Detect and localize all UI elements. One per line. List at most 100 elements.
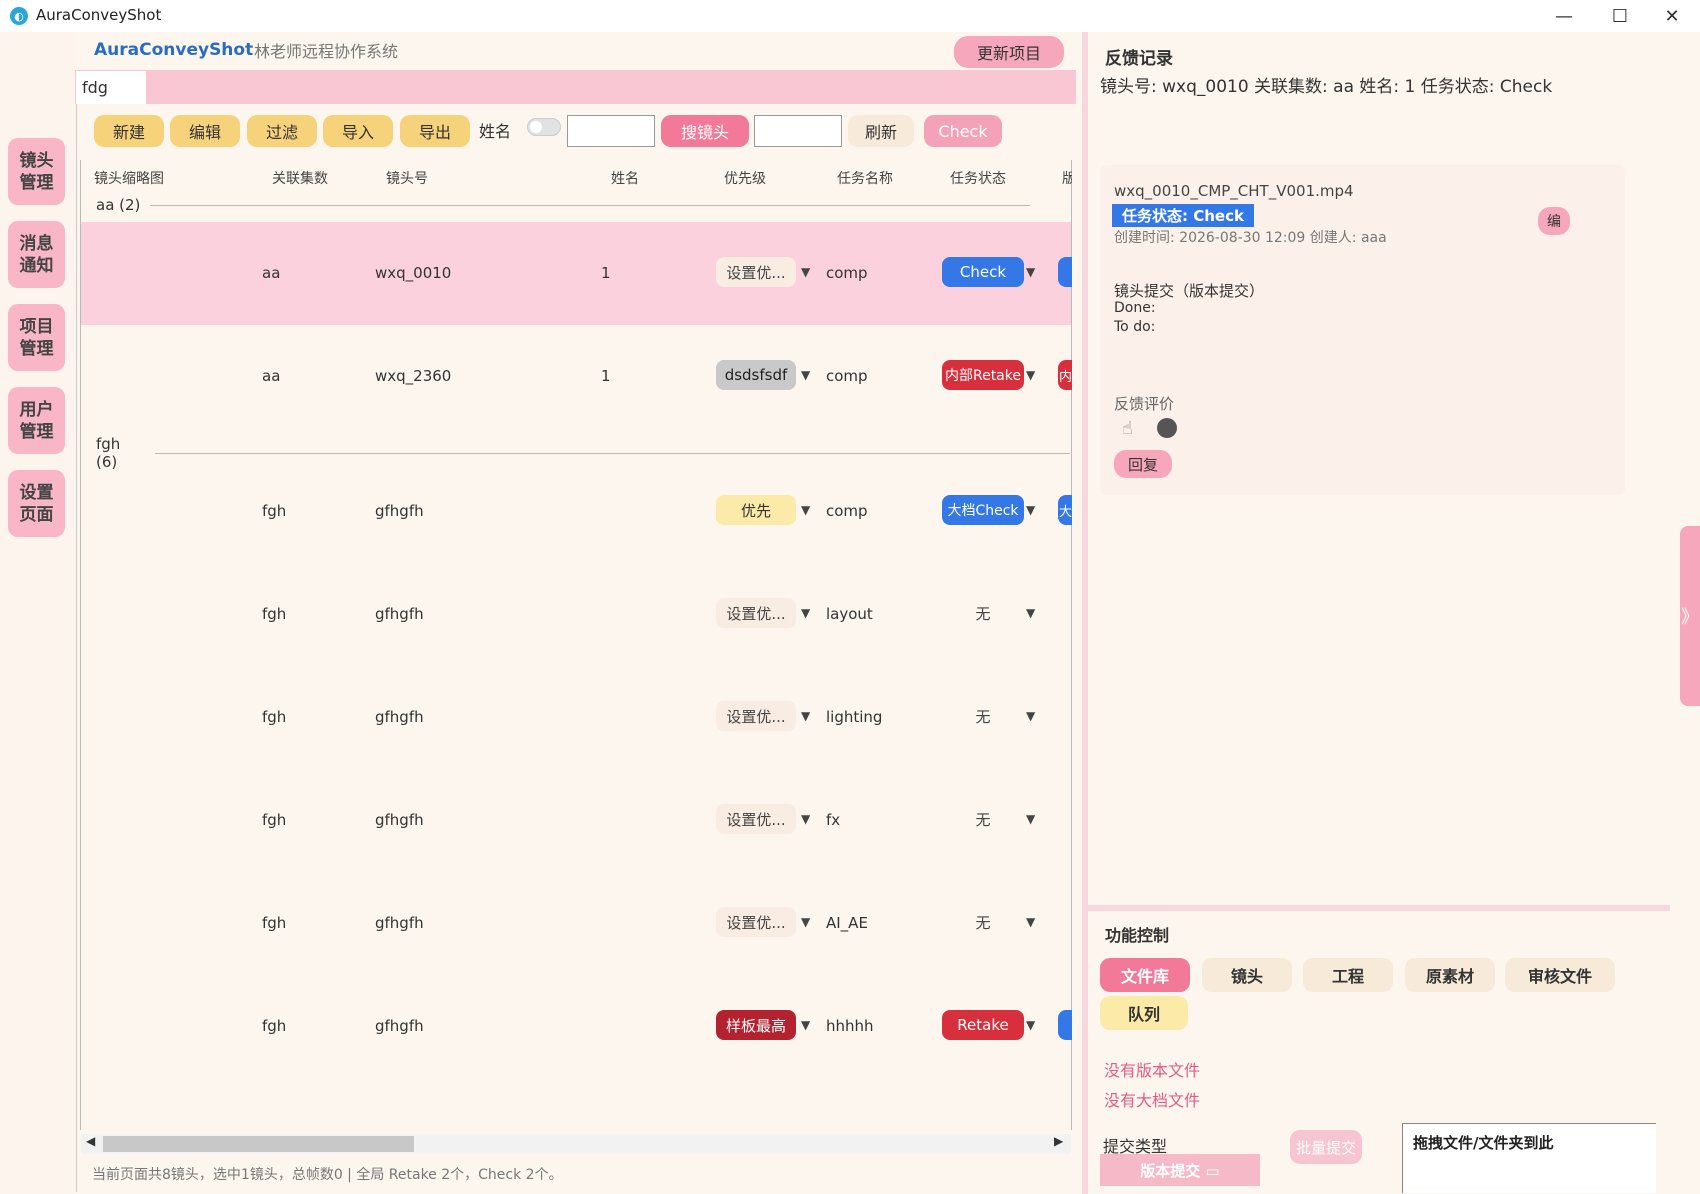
task-cell: comp: [826, 502, 868, 520]
sidebar: [0, 32, 75, 1194]
status-badge[interactable]: Retake: [942, 1010, 1024, 1040]
name-filter-toggle[interactable]: [527, 118, 561, 136]
window-title: AuraConveyShot: [36, 6, 162, 24]
episode-cell: fgh: [262, 708, 287, 726]
feedback-done: Done:: [1114, 300, 1156, 316]
status-badge[interactable]: 无: [942, 804, 1024, 834]
nav-user-management[interactable]: 用户 管理: [8, 387, 65, 454]
feedback-file-name[interactable]: wxq_0010_CMP_CHT_V001.mp4: [1114, 182, 1354, 200]
app-subtitle: 林老师远程协作系统: [254, 42, 399, 61]
update-project-button[interactable]: 更新项目: [954, 36, 1064, 68]
status-dropdown-icon[interactable]: ▼: [1026, 709, 1035, 723]
version-button-partial[interactable]: [1058, 257, 1072, 287]
status-dropdown-icon[interactable]: ▼: [1026, 606, 1035, 620]
scroll-right-icon[interactable]: ▶: [1054, 1134, 1063, 1148]
task-cell: lighting: [826, 708, 883, 726]
priority-dropdown-icon[interactable]: ▼: [801, 915, 810, 929]
column-header-thumbnail[interactable]: 镜头缩略图: [94, 168, 164, 188]
column-header-shot[interactable]: 镜头号: [386, 168, 428, 188]
priority-dropdown-icon[interactable]: ▼: [801, 709, 810, 723]
export-button[interactable]: 导出: [400, 115, 470, 147]
status-dropdown-icon[interactable]: ▼: [1026, 915, 1035, 929]
reply-button[interactable]: 回复: [1114, 450, 1172, 478]
shot-cell: gfhgfh: [375, 811, 424, 829]
tab-project-fdg[interactable]: fdg: [76, 71, 146, 105]
scrollbar-thumb[interactable]: [103, 1136, 414, 1152]
column-header-status[interactable]: 任务状态: [950, 168, 1006, 188]
status-dropdown-icon[interactable]: ▼: [1026, 368, 1035, 382]
priority-dropdown-icon[interactable]: ▼: [801, 503, 810, 517]
group-header-fgh[interactable]: fgh (6): [96, 435, 1070, 471]
check-button[interactable]: Check: [924, 115, 1002, 147]
no-archive-files-text: 没有大档文件: [1104, 1091, 1201, 1110]
tab-queue[interactable]: 队列: [1100, 996, 1188, 1030]
status-badge[interactable]: 无: [942, 907, 1024, 937]
priority-selector[interactable]: 设置优...: [716, 257, 796, 287]
group-header-aa[interactable]: aa (2): [96, 196, 1070, 214]
status-dropdown-icon[interactable]: ▼: [1026, 265, 1035, 279]
status-badge[interactable]: 无: [942, 701, 1024, 731]
column-header-episode[interactable]: 关联集数: [272, 168, 328, 188]
tab-review-files[interactable]: 审核文件: [1505, 958, 1615, 992]
filter-button[interactable]: 过滤: [247, 115, 317, 147]
priority-selector[interactable]: 设置优...: [716, 598, 796, 628]
episode-cell: fgh: [262, 811, 287, 829]
priority-dropdown-icon[interactable]: ▼: [801, 812, 810, 826]
status-dropdown-icon[interactable]: ▼: [1026, 1018, 1035, 1032]
thumbs-up-icon[interactable]: ☝: [1122, 418, 1133, 439]
column-header-name[interactable]: 姓名: [611, 168, 639, 188]
feedback-edit-button[interactable]: 编: [1538, 207, 1570, 235]
import-button[interactable]: 导入: [323, 115, 393, 147]
search-shot-button[interactable]: 搜镜头: [661, 115, 749, 147]
file-drop-zone[interactable]: 拖拽文件/文件夹到此: [1402, 1123, 1656, 1193]
tab-file-library[interactable]: 文件库: [1100, 958, 1190, 992]
priority-selector[interactable]: 样板最高: [716, 1010, 796, 1040]
collapse-panel-handle[interactable]: 》: [1680, 526, 1700, 706]
status-badge[interactable]: 内部Retake: [942, 360, 1024, 390]
scroll-left-icon[interactable]: ◀: [86, 1134, 95, 1148]
bomb-icon[interactable]: [1157, 418, 1177, 438]
priority-dropdown-icon[interactable]: ▼: [801, 1018, 810, 1032]
nav-project-management[interactable]: 项目 管理: [8, 304, 65, 371]
batch-submit-button[interactable]: 批量提交: [1290, 1130, 1362, 1164]
version-button-partial[interactable]: 大: [1058, 495, 1072, 525]
status-badge[interactable]: Check: [942, 257, 1024, 287]
tab-shot[interactable]: 镜头: [1202, 958, 1292, 992]
priority-dropdown-icon[interactable]: ▼: [801, 368, 810, 382]
status-badge[interactable]: 无: [942, 598, 1024, 628]
episode-cell: aa: [262, 367, 281, 385]
maximize-button[interactable]: ☐: [1592, 0, 1648, 32]
status-badge[interactable]: 大档Check: [942, 495, 1024, 525]
edit-button[interactable]: 编辑: [170, 115, 240, 147]
nav-notifications[interactable]: 消息 通知: [8, 221, 65, 288]
refresh-button[interactable]: 刷新: [848, 115, 914, 147]
submit-type-select[interactable]: 版本提交 ▭: [1100, 1154, 1260, 1186]
shot-cell: gfhgfh: [375, 502, 424, 520]
version-button-partial[interactable]: [1058, 1010, 1072, 1040]
column-header-version[interactable]: 版: [1062, 168, 1072, 188]
feedback-status-tag: 任务状态: Check: [1112, 204, 1254, 227]
version-button-partial[interactable]: 内: [1058, 360, 1072, 390]
nav-shot-management[interactable]: 镜头 管理: [8, 138, 65, 205]
status-dropdown-icon[interactable]: ▼: [1026, 812, 1035, 826]
minimize-button[interactable]: —: [1536, 0, 1592, 32]
status-dropdown-icon[interactable]: ▼: [1026, 503, 1035, 517]
table-row-selected[interactable]: [81, 222, 1071, 325]
close-button[interactable]: ✕: [1644, 0, 1700, 32]
column-header-priority[interactable]: 优先级: [724, 168, 766, 188]
priority-selector[interactable]: 优先: [716, 495, 796, 525]
nav-settings[interactable]: 设置 页面: [8, 470, 65, 537]
tab-project[interactable]: 工程: [1303, 958, 1393, 992]
shot-search-input[interactable]: [754, 115, 842, 147]
new-button[interactable]: 新建: [94, 115, 164, 147]
priority-selector[interactable]: 设置优...: [716, 804, 796, 834]
priority-selector[interactable]: 设置优...: [716, 701, 796, 731]
shot-cell: gfhgfh: [375, 605, 424, 623]
priority-dropdown-icon[interactable]: ▼: [801, 606, 810, 620]
name-search-input[interactable]: [567, 115, 655, 147]
priority-selector[interactable]: dsdsfsdf: [716, 360, 796, 390]
priority-selector[interactable]: 设置优...: [716, 907, 796, 937]
tab-raw-material[interactable]: 原素材: [1405, 958, 1495, 992]
column-header-task[interactable]: 任务名称: [837, 168, 893, 188]
priority-dropdown-icon[interactable]: ▼: [801, 265, 810, 279]
